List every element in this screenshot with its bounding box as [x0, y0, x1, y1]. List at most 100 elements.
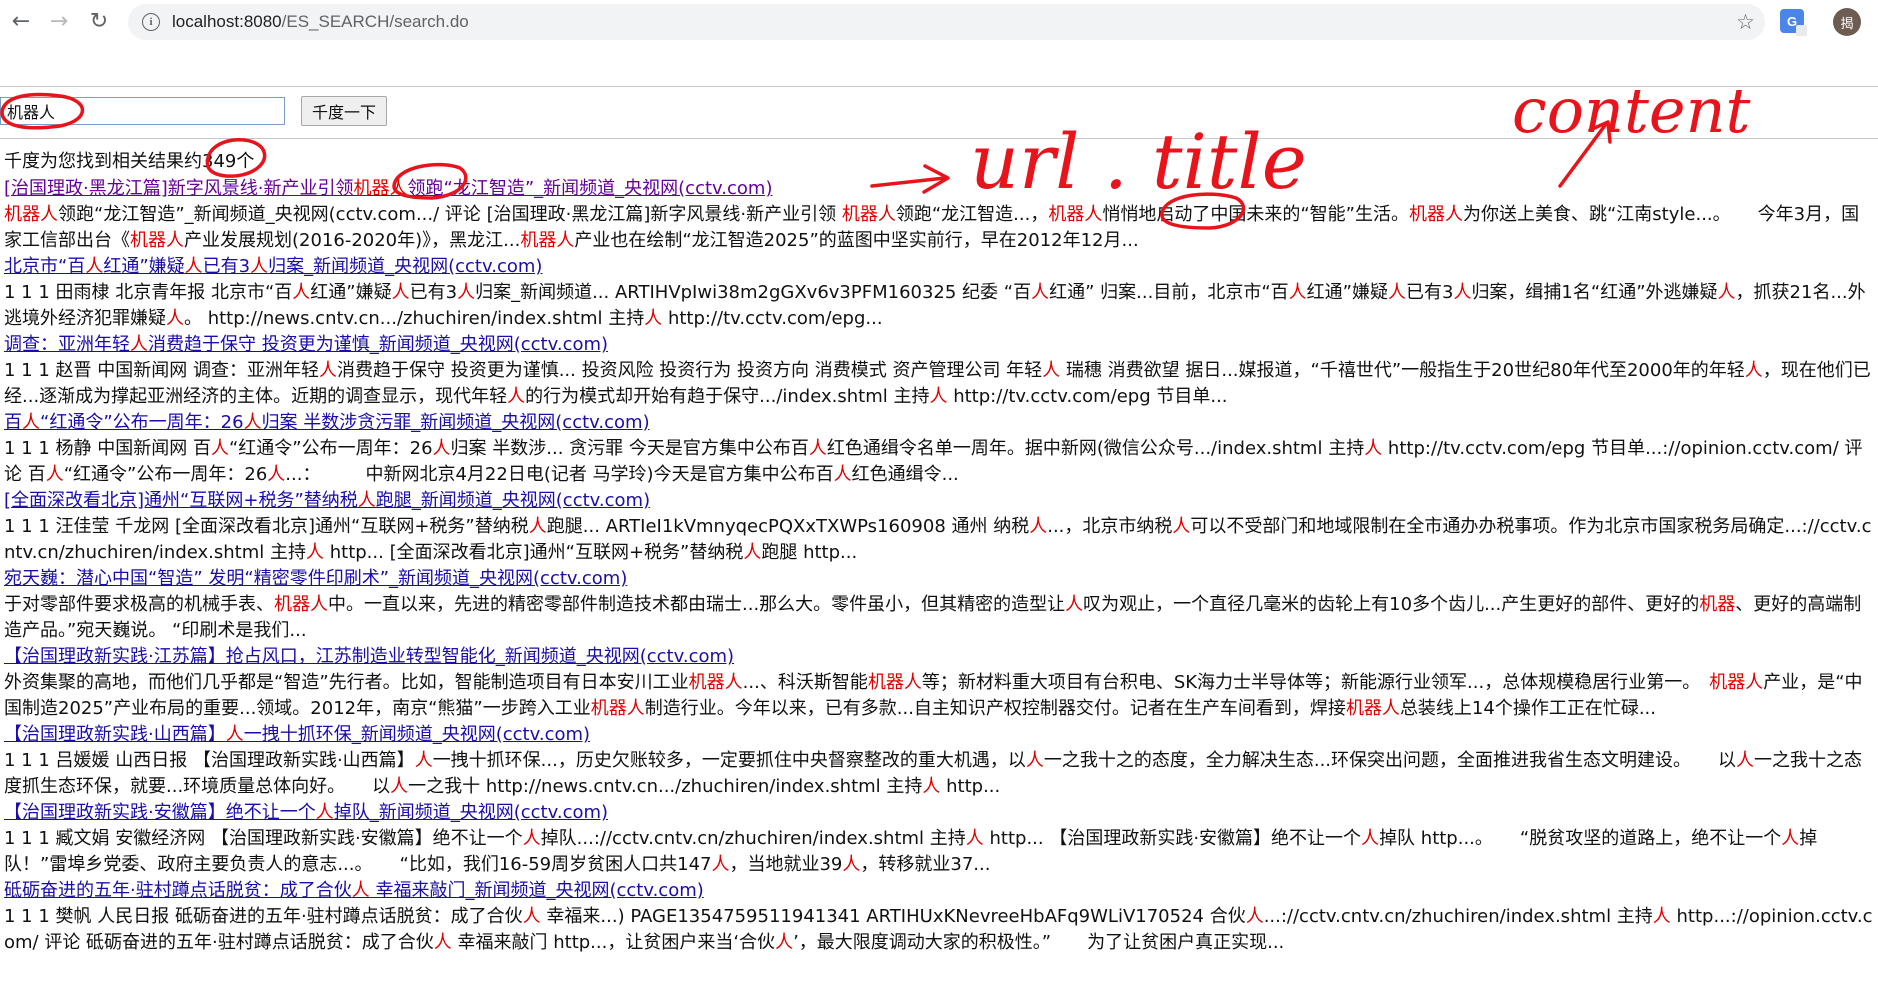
text-segment: 已有3: [202, 256, 251, 277]
text-segment: 跑腿_新闻频道_央视网(cctv.com): [375, 490, 651, 511]
highlight-keyword: 人: [85, 256, 104, 277]
highlight-keyword: 人: [390, 776, 409, 797]
result-content: 1 1 1 吕媛媛 山西日报 【治国理政新实践·山西篇】人一拽十抓环保...，历…: [4, 748, 1874, 800]
text-segment: 1 1 1 臧文娟 安徽经济网 【治国理政新实践·安徽篇】绝不让一个: [4, 828, 523, 849]
text-segment: 红通”嫌疑: [103, 256, 185, 277]
highlight-keyword: 人: [922, 776, 941, 797]
back-arrow-icon[interactable]: ←: [8, 9, 34, 35]
top-divider: [0, 86, 1878, 87]
text-segment: 。 http://news.cntv.cn.../zhuchiren/index…: [184, 308, 645, 329]
text-segment: 产业发展规划(2016-2020年)》，黑龙江...: [184, 230, 521, 251]
text-segment: 总装线上14个操作工正在忙碌...: [1399, 698, 1657, 719]
text-segment: 掉队 http...。 “脱贫攻坚的道路上，绝不让一个: [1379, 828, 1782, 849]
highlight-keyword: 人: [130, 334, 148, 355]
highlight-keyword: 人: [1652, 906, 1671, 927]
text-segment: “红通令”公布一周年：26: [63, 464, 268, 485]
highlight-keyword: 人: [1288, 282, 1307, 303]
highlight-keyword: 机器人: [4, 204, 58, 225]
text-segment: 归案，缉捕1名“红通”外逃嫌疑: [1471, 282, 1718, 303]
text-segment: http://tv.cctv.com/epg...: [662, 308, 883, 329]
result-title-link[interactable]: 【治国理政新实践·安徽篇】绝不让一个人掉队_新闻频道_央视网(cctv.com): [4, 800, 1874, 826]
highlight-keyword: 人: [743, 542, 762, 563]
search-result: 砥砺奋进的五年·驻村蹲点话脱贫：成了合伙人 幸福来敲门_新闻频道_央视网(cct…: [4, 878, 1874, 956]
highlight-keyword: 人: [842, 854, 861, 875]
text-segment: 归案_新闻频道... ARTIHVpIwi38m2gGXv6v3PFM16032…: [475, 282, 1032, 303]
result-title-link[interactable]: 【治国理政新实践·山西篇】人一拽十抓环保_新闻频道_央视网(cctv.com): [4, 722, 1874, 748]
result-content: 于对零部件要求极高的机械手表、机器人中。一直以来，先进的精密零部件制造技术都由瑞…: [4, 592, 1874, 644]
highlight-keyword: 人: [166, 308, 184, 329]
result-title-link[interactable]: [全面深改看北京]通州“互联网+税务”替纳税人跑腿_新闻频道_央视网(cctv.…: [4, 488, 1874, 514]
profile-avatar[interactable]: 揭: [1833, 8, 1861, 36]
result-title-link[interactable]: 北京市“百人红通”嫌疑人已有3人归案_新闻频道_央视网(cctv.com): [4, 254, 1874, 280]
text-segment: 宛天巍：潜心中国“智造” 发明“精密零件印刷术”_新闻频道_央视网(cctv.c…: [4, 568, 628, 589]
text-segment: [全面深改看北京]通州“互联网+税务”替纳税: [4, 490, 358, 511]
text-segment: 掉队_新闻频道_央视网(cctv.com): [333, 802, 609, 823]
highlight-keyword: 人: [711, 854, 730, 875]
search-button[interactable]: 千度一下: [301, 96, 387, 126]
highlight-keyword: 人: [1361, 828, 1380, 849]
highlight-keyword: 人: [1453, 282, 1472, 303]
result-title-link[interactable]: 宛天巍：潜心中国“智造” 发明“精密零件印刷术”_新闻频道_央视网(cctv.c…: [4, 566, 1874, 592]
text-segment: 1 1 1 田雨棣 北京青年报 北京市“百: [4, 282, 293, 303]
highlight-keyword: 机器人: [1048, 204, 1103, 225]
content-arrow-head: [1588, 120, 1612, 144]
text-segment: 红通” 归案...目前，北京市“百: [1049, 282, 1289, 303]
highlight-keyword: 人: [808, 438, 827, 459]
highlight-keyword: 人: [1042, 360, 1061, 381]
highlight-keyword: 机器人: [1709, 672, 1764, 693]
search-input[interactable]: [0, 97, 285, 125]
text-segment: [治国理政·黑龙江篇]新字风景线·新产业引领: [4, 178, 354, 199]
highlight-keyword: 人: [1025, 750, 1044, 771]
highlight-keyword: 人: [929, 386, 948, 407]
highlight-keyword: 人: [1029, 516, 1048, 537]
site-info-icon[interactable]: i: [142, 13, 160, 31]
result-content: 外资集聚的高地，而他们几乎都是“智造”先行者。比如，智能制造项目有日本安川工业 机…: [4, 670, 1874, 722]
highlight-keyword: 人: [1736, 750, 1755, 771]
result-content: 1 1 1 杨静 中国新闻网 百人“红通令”公布一周年：26人归案 半数涉...…: [4, 436, 1874, 488]
result-title-link[interactable]: 百人“红通令”公布一周年：26人归案 半数涉贪污罪_新闻频道_央视网(cctv.…: [4, 410, 1874, 436]
highlight-keyword: 人: [1781, 828, 1800, 849]
bookmark-star-icon[interactable]: ☆: [1736, 10, 1755, 34]
search-result: 百人“红通令”公布一周年：26人归案 半数涉贪污罪_新闻频道_央视网(cctv.…: [4, 410, 1874, 488]
translate-extension-letter: G: [1786, 13, 1798, 29]
text-segment: 北京市“百: [4, 256, 86, 277]
text-segment: 一拽十抓环保...，历史欠账较多，一定要抓住中央督察整改的重大机遇，以: [432, 750, 1026, 771]
text-segment: ，转移就业37...: [860, 854, 991, 875]
highlight-keyword: 人: [833, 464, 852, 485]
highlight-keyword: 人: [1744, 360, 1763, 381]
highlight-keyword: 人: [1717, 282, 1736, 303]
highlight-keyword: 人: [775, 932, 794, 953]
highlight-keyword: 人: [965, 828, 984, 849]
text-segment: 1 1 1 樊帆 人民日报 砥砺奋进的五年·驻村蹲点话脱贫：成了合伙: [4, 906, 523, 927]
highlight-keyword: 人: [318, 360, 337, 381]
text-segment: 【治国理政新实践·安徽篇】绝不让一个: [4, 802, 316, 823]
text-segment: 1 1 1 赵晋 中国新闻网 调查：亚洲年轻: [4, 360, 319, 381]
text-segment: ，当地就业39: [729, 854, 843, 875]
forward-arrow-icon[interactable]: →: [46, 9, 72, 35]
text-segment: http... [全面深改看北京]通州“互联网+税务”替纳税: [324, 542, 744, 563]
address-bar[interactable]: i localhost:8080/ES_SEARCH/search.do ☆: [128, 4, 1765, 40]
text-segment: ...、科沃斯智能: [742, 672, 868, 693]
highlight-keyword: 人: [528, 516, 547, 537]
result-content: 1 1 1 田雨棣 北京青年报 北京市“百人红通”嫌疑人已有3人归案_新闻频道.…: [4, 280, 1874, 332]
result-title-link[interactable]: [治国理政·黑龙江篇]新字风景线·新产业引领机器人领跑“龙江智造”_新闻频道_央…: [4, 176, 1874, 202]
result-title-link[interactable]: 调查：亚洲年轻人消费趋于保守 投资更为谨慎_新闻频道_央视网(cctv.com): [4, 332, 1874, 358]
text-segment: 叹为观止，一个直径几毫米的齿轮上有10多个齿儿...产生更好的部件、更好的: [1083, 594, 1700, 615]
text-segment: 调查：亚洲年轻: [4, 334, 130, 355]
result-content: 1 1 1 臧文娟 安徽经济网 【治国理政新实践·安徽篇】绝不让一个人掉队...…: [4, 826, 1874, 878]
text-segment: 外资集聚的高地，而他们几乎都是“智造”先行者。比如，智能制造项目有日本安川工业: [4, 672, 689, 693]
search-result: [治国理政·黑龙江篇]新字风景线·新产业引领机器人领跑“龙江智造”_新闻频道_央…: [4, 176, 1874, 254]
result-title-link[interactable]: 【治国理政新实践·江苏篇】抢占风口，江苏制造业转型智能化_新闻频道_央视网(cc…: [4, 644, 1874, 670]
result-title-link[interactable]: 砥砺奋进的五年·驻村蹲点话脱贫：成了合伙人 幸福来敲门_新闻频道_央视网(cct…: [4, 878, 1874, 904]
browser-toolbar: ← → ↻ i localhost:8080/ES_SEARCH/search.…: [0, 0, 1878, 44]
address-url[interactable]: localhost:8080/ES_SEARCH/search.do: [172, 12, 469, 32]
text-segment: http...: [940, 776, 1001, 797]
text-segment: 一之我十 http://news.cntv.cn.../zhuchiren/in…: [408, 776, 923, 797]
translate-extension-icon[interactable]: G: [1780, 9, 1807, 36]
text-segment: 领跑“龙江智造”_新闻频道_央视网(cctv.com.../ 评论 [治国理政·…: [58, 204, 842, 225]
reload-icon[interactable]: ↻: [86, 9, 112, 35]
highlight-keyword: 人: [315, 802, 334, 823]
text-segment: 归案_新闻频道_央视网(cctv.com): [268, 256, 543, 277]
text-segment: 中。一直以来，先进的精密零部件制造技术都由瑞士...那么大。零件虽小，但其精密的…: [328, 594, 1066, 615]
text-segment: http://tv.cctv.com/epg 节目单...: [947, 386, 1228, 407]
